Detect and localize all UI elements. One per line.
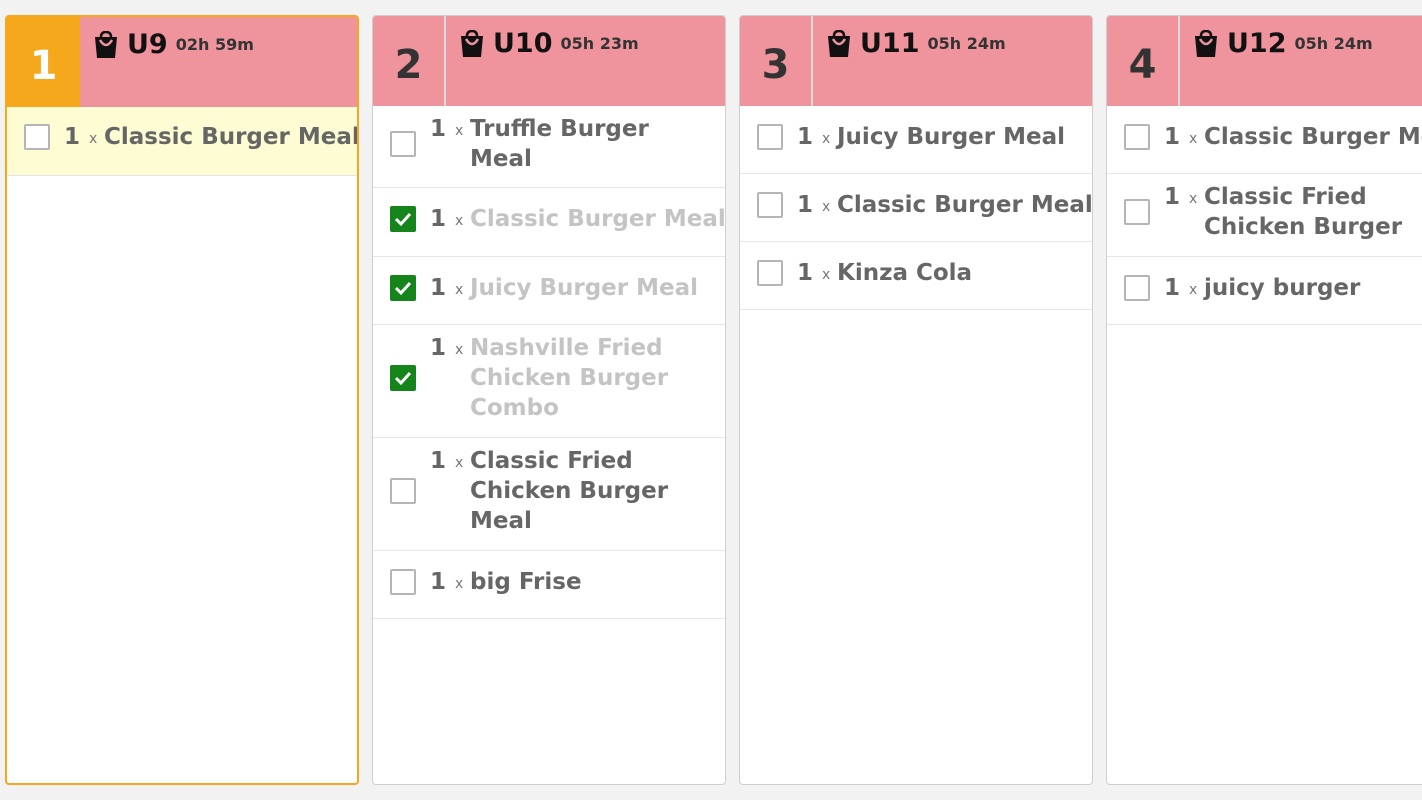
item-quantity: 1 — [797, 192, 814, 218]
times-symbol: x — [455, 282, 464, 298]
order-item-row[interactable]: 1 x Kinza Cola — [740, 242, 1092, 310]
order-item-row[interactable]: 1 x juicy burger — [1107, 257, 1422, 325]
elapsed-time: 02h 59m — [175, 35, 254, 54]
item-name: Juicy Burger Meal — [470, 275, 699, 301]
item-name: big Frise — [470, 569, 582, 595]
item-quantity: 1 — [430, 335, 447, 361]
item-checkbox[interactable] — [757, 260, 783, 286]
item-name: Kinza Cola — [837, 260, 973, 286]
order-ticket-4[interactable]: 4 U12 05h 24m 1 x Classic Burger Me 1 x … — [1106, 15, 1422, 785]
ticket-number: 1 — [7, 17, 80, 107]
table-label: U12 — [1227, 28, 1287, 59]
times-symbol: x — [455, 123, 464, 139]
times-symbol: x — [455, 342, 464, 358]
elapsed-time: 05h 23m — [560, 34, 639, 53]
order-item-row[interactable]: 1 x Juicy Burger Meal — [373, 257, 725, 325]
item-checkbox[interactable] — [1124, 124, 1150, 150]
item-quantity: 1 — [430, 569, 447, 595]
item-quantity: 1 — [797, 260, 814, 286]
order-item-row[interactable]: 1 x Nashville Fried Chicken Burger Combo — [373, 325, 725, 438]
ticket-header: 4 U12 05h 24m — [1107, 16, 1422, 106]
item-quantity: 1 — [1164, 124, 1181, 150]
ticket-meta: U11 05h 24m — [826, 28, 1006, 59]
order-item-row[interactable]: 1 x Classic Burger Me — [1107, 106, 1422, 174]
item-quantity: 1 — [430, 448, 447, 474]
shopping-bag-icon — [1195, 29, 1217, 57]
ticket-header: 1 U9 02h 59m — [7, 17, 357, 107]
order-ticket-2[interactable]: 2 U10 05h 23m 1 x Truffle Burger Meal 1 x… — [372, 15, 726, 785]
order-item-row[interactable]: 1 x Classic Burger Meal — [7, 107, 357, 176]
item-name: Classic Burger Me — [1204, 124, 1422, 150]
ticket-meta: U12 05h 24m — [1193, 28, 1373, 59]
item-name: Classic Fried Chicken Burger Meal — [470, 448, 669, 534]
item-checkbox[interactable] — [390, 478, 416, 504]
shopping-bag-icon — [95, 30, 117, 58]
item-name: Classic Fried Chicken Burger — [1204, 184, 1403, 240]
shopping-bag-icon — [828, 29, 850, 57]
checkmark-icon — [394, 212, 412, 227]
times-symbol: x — [455, 455, 464, 471]
item-quantity: 1 — [430, 116, 447, 142]
item-checkbox[interactable] — [757, 124, 783, 150]
item-checkbox[interactable] — [390, 206, 416, 232]
item-quantity: 1 — [1164, 184, 1181, 210]
ticket-number: 2 — [373, 16, 446, 106]
table-label: U10 — [493, 28, 553, 59]
order-board: 1 U9 02h 59m 1 x Classic Burger Meal 2 U… — [0, 0, 1422, 800]
times-symbol: x — [822, 131, 831, 147]
ticket-meta: U9 02h 59m — [93, 29, 254, 60]
elapsed-time: 05h 24m — [927, 34, 1006, 53]
table-label: U11 — [860, 28, 920, 59]
order-item-row[interactable]: 1 x Classic Burger Meal — [373, 188, 725, 257]
item-name: Classic Burger Meal — [104, 124, 359, 150]
item-checkbox[interactable] — [390, 131, 416, 157]
item-checkbox[interactable] — [390, 275, 416, 301]
times-symbol: x — [822, 199, 831, 215]
shopping-bag-icon — [461, 29, 483, 57]
item-checkbox[interactable] — [757, 192, 783, 218]
item-quantity: 1 — [1164, 275, 1181, 301]
checkmark-icon — [394, 281, 412, 296]
item-quantity: 1 — [430, 206, 447, 232]
ticket-header: 2 U10 05h 23m — [373, 16, 725, 106]
times-symbol: x — [1189, 131, 1198, 147]
times-symbol: x — [89, 131, 98, 147]
item-checkbox[interactable] — [390, 365, 416, 391]
times-symbol: x — [1189, 282, 1198, 298]
times-symbol: x — [455, 213, 464, 229]
order-ticket-3[interactable]: 3 U11 05h 24m 1 x Juicy Burger Meal 1 x … — [739, 15, 1093, 785]
item-quantity: 1 — [64, 124, 81, 150]
times-symbol: x — [455, 576, 464, 592]
order-item-row[interactable]: 1 x Classic Fried Chicken Burger — [1107, 174, 1422, 257]
item-checkbox[interactable] — [1124, 199, 1150, 225]
elapsed-time: 05h 24m — [1294, 34, 1373, 53]
table-label: U9 — [127, 29, 168, 60]
checkmark-icon — [394, 371, 412, 386]
item-name: juicy burger — [1204, 275, 1361, 301]
item-name: Classic Burger Meal — [837, 192, 1093, 218]
item-checkbox[interactable] — [1124, 275, 1150, 301]
item-name: Classic Burger Meal — [470, 206, 726, 232]
order-item-row[interactable]: 1 x Classic Burger Meal — [740, 174, 1092, 242]
ticket-header: 3 U11 05h 24m — [740, 16, 1092, 106]
order-ticket-1[interactable]: 1 U9 02h 59m 1 x Classic Burger Meal — [5, 15, 359, 785]
order-item-row[interactable]: 1 x Juicy Burger Meal — [740, 106, 1092, 174]
times-symbol: x — [1189, 191, 1198, 207]
order-item-row[interactable]: 1 x Classic Fried Chicken Burger Meal — [373, 438, 725, 551]
item-name: Truffle Burger Meal — [470, 116, 649, 172]
item-name: Nashville Fried Chicken Burger Combo — [470, 335, 669, 421]
order-item-row[interactable]: 1 x big Frise — [373, 551, 725, 619]
order-item-row[interactable]: 1 x Truffle Burger Meal — [373, 106, 725, 188]
item-name: Juicy Burger Meal — [837, 124, 1066, 150]
item-checkbox[interactable] — [390, 569, 416, 595]
ticket-number: 4 — [1107, 16, 1180, 106]
times-symbol: x — [822, 267, 831, 283]
item-checkbox[interactable] — [24, 124, 50, 150]
item-quantity: 1 — [430, 275, 447, 301]
item-quantity: 1 — [797, 124, 814, 150]
ticket-meta: U10 05h 23m — [459, 28, 639, 59]
ticket-number: 3 — [740, 16, 813, 106]
